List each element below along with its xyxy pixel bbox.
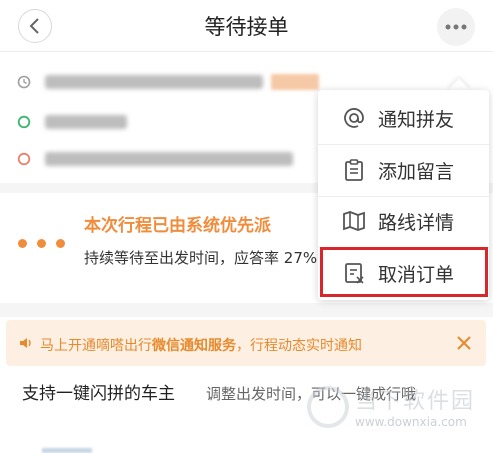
watermark-text: 当下软件园 (355, 389, 476, 414)
menu-item-label: 添加留言 (378, 161, 455, 183)
header: 等待接单 (0, 0, 493, 52)
start-point-icon (17, 115, 31, 129)
trip-end-row (17, 148, 293, 170)
more-button[interactable] (437, 8, 475, 46)
avatar (42, 448, 92, 453)
map-icon (343, 211, 365, 231)
watermark: 当下软件园 www.downxia.com (307, 383, 493, 453)
menu-item-label: 通知拼友 (378, 109, 455, 131)
clipboard-icon (345, 159, 363, 181)
trip-time-blurred (45, 75, 263, 89)
more-dots-icon (445, 24, 467, 30)
end-point-icon (17, 152, 31, 166)
trip-start-blurred (45, 115, 127, 129)
close-icon (457, 336, 471, 350)
page-title: 等待接单 (204, 15, 289, 39)
clock-icon (17, 75, 31, 89)
menu-item-route-details[interactable]: 路线详情 (318, 196, 489, 246)
cancel-order-highlight (320, 247, 488, 297)
trip-start-row (17, 111, 127, 133)
menu-item-add-message[interactable]: 添加留言 (318, 145, 489, 195)
notice-text: 马上开通嘀嗒出行微信通知服务，行程动态实时通知 (40, 338, 362, 354)
status-description: 持续等待至出发时间，应答率 27% (84, 249, 318, 267)
speaker-icon (20, 338, 31, 348)
flash-share-title: 支持一键闪拼的车主 (22, 384, 175, 404)
at-icon (344, 108, 364, 128)
status-title: 本次行程已由系统优先派 (84, 216, 271, 236)
wechat-notice-bar[interactable]: 马上开通嘀嗒出行微信通知服务，行程动态实时通知 (6, 320, 486, 366)
waiting-dots (18, 239, 65, 248)
trip-tag-blurred (271, 74, 319, 90)
menu-item-label: 路线详情 (378, 212, 455, 234)
watermark-url: www.downxia.com (355, 415, 467, 429)
trip-end-blurred (45, 152, 293, 166)
notice-close-button[interactable] (452, 331, 476, 355)
watermark-logo-icon (307, 386, 349, 428)
section-divider (0, 303, 493, 317)
menu-item-notify-partner[interactable]: 通知拼友 (318, 93, 489, 143)
trip-time-row (17, 71, 319, 93)
